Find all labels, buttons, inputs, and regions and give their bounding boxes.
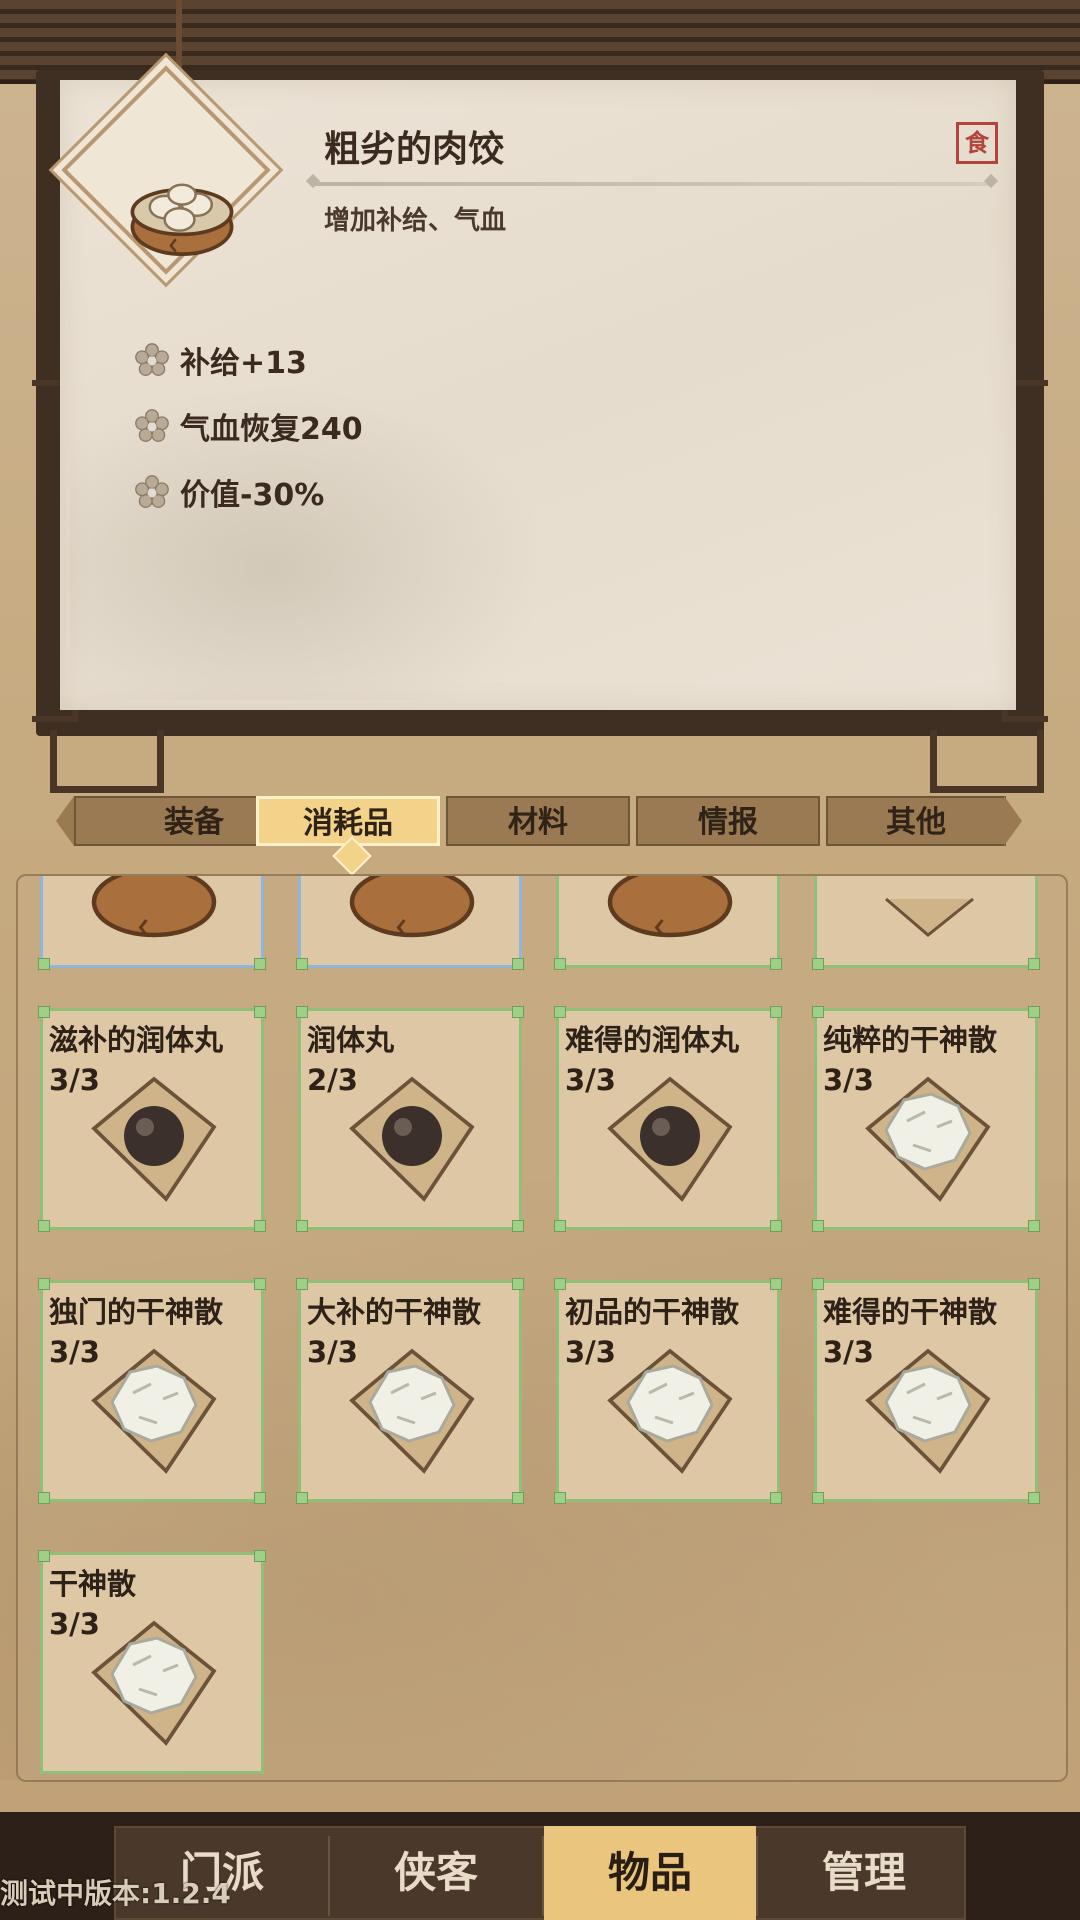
- inventory-slot[interactable]: 滋补的润体丸 3/3: [38, 1006, 266, 1232]
- item-count: 2/3: [307, 1063, 358, 1097]
- black-pill-icon: [607, 1076, 733, 1202]
- steamed-dumpling-basket-icon: [130, 183, 234, 257]
- tab-intel[interactable]: 情报: [636, 796, 820, 846]
- inventory-slot[interactable]: 干神散 3/3: [38, 1550, 266, 1774]
- item-count: 3/3: [823, 1063, 874, 1097]
- item-count: 3/3: [49, 1607, 100, 1641]
- inventory-slot[interactable]: 难得的干神散 3/3: [812, 1278, 1040, 1504]
- nav-heroes[interactable]: 侠客: [330, 1826, 542, 1920]
- category-tabs: 装备 消耗品 材料 情报 其他: [56, 796, 1022, 848]
- tab-other[interactable]: 其他: [826, 796, 1006, 846]
- powder-packet-icon: [885, 897, 974, 937]
- nav-manage[interactable]: 管理: [758, 1826, 970, 1920]
- flower-bullet-icon: [135, 409, 169, 442]
- item-count: 3/3: [49, 1335, 100, 1369]
- white-powder-icon: [865, 1076, 991, 1202]
- dumpling-basket-icon: [349, 876, 475, 938]
- item-title: 粗劣的肉饺: [324, 129, 505, 170]
- item-name: 难得的干神散: [823, 1295, 998, 1329]
- dumpling-basket-icon: [91, 876, 217, 938]
- item-name: 纯粹的干神散: [823, 1023, 998, 1057]
- stat-row: 气血恢复240: [134, 406, 363, 447]
- item-name: 初品的干神散: [565, 1295, 740, 1329]
- stat-row: 价值-30%: [134, 472, 325, 513]
- version-label: 测试中版本:1.2.4: [0, 1877, 231, 1910]
- inventory-grid: 滋补的润体丸 3/3 润体丸 2/3 难得的润体丸 3/3 纯粹的干神散 3/3: [16, 874, 1068, 1782]
- white-powder-icon: [349, 1348, 475, 1474]
- item-name: 独门的干神散: [49, 1295, 224, 1329]
- inventory-slot[interactable]: 润体丸 2/3: [296, 1006, 524, 1232]
- stat-text: 气血恢复240: [180, 412, 363, 447]
- frame-leg-right: [930, 730, 1044, 793]
- stat-text: 价值-30%: [180, 478, 325, 513]
- item-name: 润体丸: [307, 1023, 395, 1057]
- inventory-slot[interactable]: 大补的干神散 3/3: [296, 1278, 524, 1504]
- tab-right-cap: [1004, 796, 1022, 846]
- black-pill-icon: [91, 1076, 217, 1202]
- item-count: 3/3: [565, 1335, 616, 1369]
- food-type-badge: 食: [956, 122, 998, 164]
- inventory-slot[interactable]: 纯粹的干神散 3/3: [812, 1006, 1040, 1232]
- item-name: 干神散: [49, 1567, 137, 1601]
- flower-bullet-icon: [135, 475, 169, 508]
- inventory-slot[interactable]: [38, 876, 266, 970]
- item-count: 3/3: [565, 1063, 616, 1097]
- item-count: 3/3: [49, 1063, 100, 1097]
- white-powder-icon: [865, 1348, 991, 1474]
- item-count: 3/3: [307, 1335, 358, 1369]
- item-name: 滋补的润体丸: [49, 1023, 224, 1057]
- inventory-slot[interactable]: [812, 876, 1040, 970]
- inventory-slot[interactable]: [554, 876, 782, 970]
- frame-leg-left: [50, 730, 164, 793]
- white-powder-icon: [607, 1348, 733, 1474]
- item-name: 大补的干神散: [307, 1295, 482, 1329]
- inventory-slot[interactable]: 难得的润体丸 3/3: [554, 1006, 782, 1232]
- inventory-slot[interactable]: 独门的干神散 3/3: [38, 1278, 266, 1504]
- dumpling-basket-icon: [607, 876, 733, 938]
- stat-row: 补给+13: [134, 340, 307, 381]
- tab-materials[interactable]: 材料: [446, 796, 630, 846]
- white-powder-icon: [91, 1620, 217, 1746]
- inventory-slot[interactable]: 初品的干神散 3/3: [554, 1278, 782, 1504]
- item-name: 难得的润体丸: [565, 1023, 740, 1057]
- hanging-cord: [176, 0, 182, 88]
- black-pill-icon: [349, 1076, 475, 1202]
- item-count: 3/3: [823, 1335, 874, 1369]
- nav-items[interactable]: 物品: [544, 1826, 756, 1920]
- stat-text: 补给+13: [180, 346, 307, 381]
- inventory-slot[interactable]: [296, 876, 524, 970]
- title-divider: [312, 182, 992, 186]
- item-description: 增加补给、气血: [324, 206, 507, 236]
- tab-left-cap: [56, 796, 74, 846]
- white-powder-icon: [91, 1348, 217, 1474]
- flower-bullet-icon: [135, 343, 169, 376]
